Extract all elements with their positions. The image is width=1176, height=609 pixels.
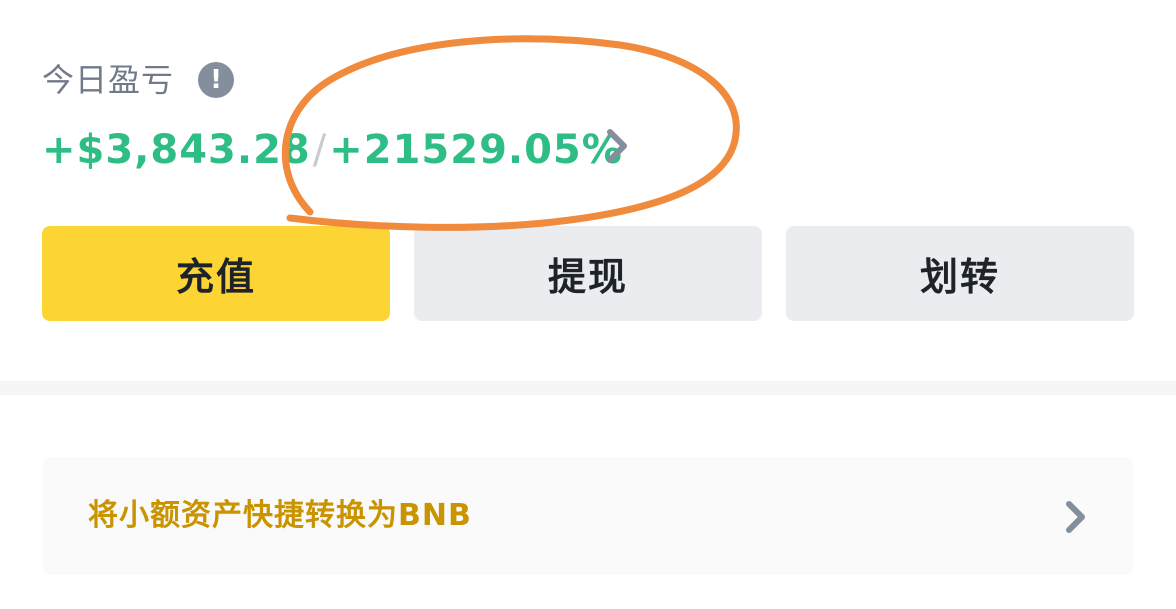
- pnl-separator: /: [312, 127, 328, 173]
- convert-small-assets-label: 将小额资产快捷转换为BNB: [88, 498, 472, 533]
- chevron-right-icon[interactable]: [598, 124, 638, 168]
- convert-small-assets-card[interactable]: 将小额资产快捷转换为BNB: [42, 457, 1134, 575]
- deposit-button[interactable]: 充值: [42, 226, 390, 321]
- section-divider: [0, 381, 1176, 395]
- chevron-right-icon: [1066, 501, 1085, 533]
- info-icon[interactable]: !: [198, 62, 235, 98]
- transfer-button[interactable]: 划转: [786, 226, 1134, 321]
- pnl-value-row[interactable]: +$3,843.28 / +21529.05%: [42, 122, 623, 178]
- pnl-percent: +21529.05%: [329, 127, 623, 173]
- withdraw-button[interactable]: 提现: [414, 226, 762, 321]
- pnl-label-row: 今日盈亏 !: [42, 58, 235, 102]
- pnl-amount: +$3,843.28: [42, 127, 311, 173]
- wallet-overview: 今日盈亏 ! +$3,843.28 / +21529.05% 充值 提现 划转 …: [0, 0, 1176, 609]
- pnl-label: 今日盈亏: [42, 61, 175, 99]
